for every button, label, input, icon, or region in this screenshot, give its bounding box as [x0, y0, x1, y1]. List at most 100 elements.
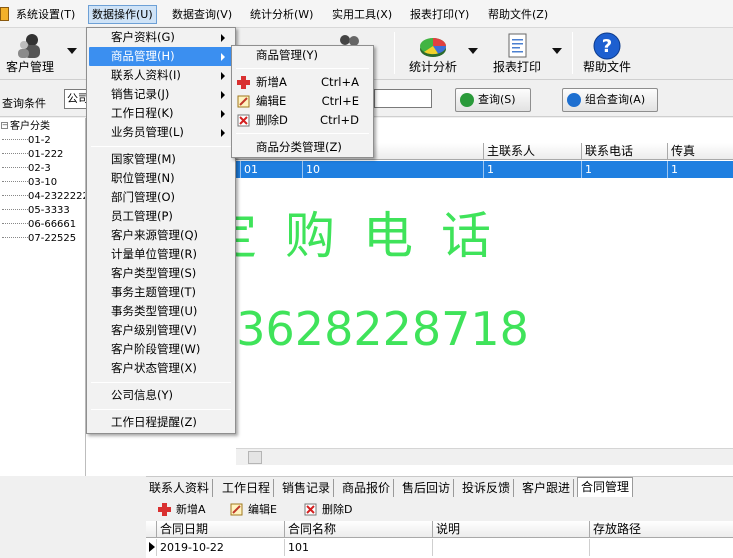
menu-item-event-topics[interactable]: 事务主题管理(T) — [89, 283, 233, 302]
submenu-item-goods-management[interactable]: 商品管理(Y) — [234, 46, 371, 65]
menu-data-query[interactable]: 数据查询(V) — [169, 5, 235, 24]
contract-date-cell: 2019-10-22 — [156, 539, 284, 556]
edit-contract-button[interactable]: 编辑E — [230, 502, 277, 518]
horizontal-scrollbar[interactable] — [236, 448, 733, 465]
delete-icon — [237, 114, 250, 127]
submenu-item-delete[interactable]: 删除D Ctrl+D — [234, 111, 371, 130]
tab-follow-up[interactable]: 客户跟进 — [519, 479, 575, 498]
query-field-combo[interactable]: 公司 — [64, 89, 88, 109]
submenu-item-edit[interactable]: 编辑E Ctrl+E — [234, 92, 371, 111]
tab-contacts[interactable]: 联系人资料 — [146, 479, 214, 498]
help-button[interactable]: ? 帮助文件 — [578, 28, 636, 78]
shortcut-label: Ctrl+D — [320, 113, 359, 127]
delete-contract-button[interactable]: 删除D — [304, 502, 352, 518]
column-header-phone[interactable]: 联系电话 — [581, 143, 667, 160]
tab-contracts[interactable]: 合同管理 — [577, 477, 634, 498]
query-condition-label: 查询条件 — [2, 97, 46, 110]
plus-icon — [158, 503, 171, 516]
menu-report-print[interactable]: 报表打印(Y) — [407, 5, 472, 24]
menu-item-contacts[interactable]: 联系人资料(I) — [89, 66, 233, 85]
edit-icon — [230, 503, 243, 516]
customer-people-icon — [18, 34, 40, 58]
combo-query-button[interactable]: 组合查询(A) — [562, 88, 658, 112]
data-operations-menu: 客户资料(G) 商品管理(H) 联系人资料(I) 销售记录(J) 工作日程(K)… — [86, 27, 236, 434]
menu-item-schedule-reminder[interactable]: 工作日程提醒(Z) — [89, 413, 233, 432]
statistics-button[interactable]: 统计分析 — [404, 28, 462, 78]
customer-category-tree[interactable]: − 客户分类 01-2 01-222 02-3 03-10 04-2322222… — [0, 118, 86, 476]
contract-grid[interactable]: 合同日期 合同名称 说明 存放路径 2019-10-22 101 — [146, 521, 733, 558]
tree-node[interactable]: 02-3 — [0, 162, 51, 176]
tab-after-sales[interactable]: 售后回访 — [399, 479, 455, 498]
menu-separator — [236, 133, 369, 134]
menu-statistics[interactable]: 统计分析(W) — [247, 5, 316, 24]
submenu-arrow-icon — [221, 110, 225, 118]
menu-utilities[interactable]: 实用工具(X) — [329, 5, 395, 24]
column-header-contact[interactable]: 主联系人 — [483, 143, 581, 160]
menu-item-units[interactable]: 计量单位管理(R) — [89, 245, 233, 264]
table-row-selected[interactable]: 01 10 1 1 1 — [236, 161, 733, 178]
query-button[interactable]: 查询(S) — [455, 88, 531, 112]
query-button-label: 查询(S) — [478, 93, 516, 106]
tree-node[interactable]: 01-2 — [0, 134, 51, 148]
tree-node[interactable]: 01-222 — [0, 148, 63, 162]
menu-item-sales-records[interactable]: 销售记录(J) — [89, 85, 233, 104]
customer-management-label: 客户管理 — [5, 60, 54, 74]
storage-path-cell — [589, 539, 733, 556]
menu-item-employees[interactable]: 员工管理(P) — [89, 207, 233, 226]
shortcut-label: Ctrl+E — [321, 94, 359, 108]
customer-management-button[interactable]: 客户管理 — [0, 28, 60, 78]
tab-quotes[interactable]: 商品报价 — [339, 479, 395, 498]
report-print-label: 报表打印 — [492, 60, 541, 74]
tree-node[interactable]: 05-3333 — [0, 204, 70, 218]
statistics-dropdown-arrow[interactable] — [468, 48, 478, 54]
menu-item-customer-sources[interactable]: 客户来源管理(Q) — [89, 226, 233, 245]
new-contract-button[interactable]: 新增A — [158, 502, 206, 518]
column-header-description[interactable]: 说明 — [432, 521, 589, 538]
menu-item-departments[interactable]: 部门管理(O) — [89, 188, 233, 207]
menu-item-customer-status[interactable]: 客户状态管理(X) — [89, 359, 233, 378]
table-row[interactable]: 2019-10-22 101 — [146, 539, 733, 556]
menu-item-customer-data[interactable]: 客户资料(G) — [89, 28, 233, 47]
column-header-storage-path[interactable]: 存放路径 — [589, 521, 733, 538]
menu-help[interactable]: 帮助文件(Z) — [485, 5, 551, 24]
menu-separator — [91, 382, 231, 383]
column-header-fax[interactable]: 传真 — [667, 143, 733, 160]
menu-item-event-types[interactable]: 事务类型管理(U) — [89, 302, 233, 321]
tab-schedule[interactable]: 工作日程 — [219, 479, 275, 498]
tree-node[interactable]: 06-66661 — [0, 218, 76, 232]
report-document-icon — [508, 33, 527, 58]
submenu-arrow-icon — [221, 91, 225, 99]
menu-item-positions[interactable]: 职位管理(N) — [89, 169, 233, 188]
tree-collapse-icon[interactable]: − — [1, 122, 8, 129]
menu-item-customer-types[interactable]: 客户类型管理(S) — [89, 264, 233, 283]
menu-item-customer-stages[interactable]: 客户阶段管理(W) — [89, 340, 233, 359]
go-icon — [460, 93, 474, 107]
report-print-button[interactable]: 报表打印 — [488, 28, 546, 78]
query-value-input[interactable] — [374, 89, 432, 108]
combo-query-button-label: 组合查询(A) — [585, 93, 646, 106]
scroll-left-button[interactable] — [248, 451, 262, 464]
grid-cell: 01 — [240, 161, 302, 178]
tab-sales-records[interactable]: 销售记录 — [279, 479, 335, 498]
tree-root-node[interactable]: 客户分类 — [10, 120, 50, 134]
menu-item-company-info[interactable]: 公司信息(Y) — [89, 386, 233, 405]
tab-complaints[interactable]: 投诉反馈 — [459, 479, 515, 498]
menu-data-operations[interactable]: 数据操作(U) — [88, 5, 157, 24]
grid-cell: 10 — [302, 161, 483, 178]
submenu-item-goods-category[interactable]: 商品分类管理(Z) — [234, 138, 371, 157]
menu-item-schedule[interactable]: 工作日程(K) — [89, 104, 233, 123]
menu-item-countries[interactable]: 国家管理(M) — [89, 150, 233, 169]
row-indicator-icon — [149, 542, 155, 552]
tree-node[interactable]: 03-10 — [0, 176, 57, 190]
column-header-contract-date[interactable]: 合同日期 — [156, 521, 284, 538]
menu-item-customer-levels[interactable]: 客户级别管理(V) — [89, 321, 233, 340]
report-print-dropdown-arrow[interactable] — [552, 48, 562, 54]
menu-item-salesperson[interactable]: 业务员管理(L) — [89, 123, 233, 142]
menu-system-settings[interactable]: 系统设置(T) — [13, 5, 78, 24]
tree-node[interactable]: 07-22525 — [0, 232, 76, 246]
submenu-item-new[interactable]: 新增A Ctrl+A — [234, 73, 371, 92]
menu-item-goods-management[interactable]: 商品管理(H) — [89, 47, 233, 66]
customer-management-dropdown-arrow[interactable] — [67, 48, 77, 54]
tree-node[interactable]: 04-2322222 — [0, 190, 85, 204]
column-header-contract-name[interactable]: 合同名称 — [284, 521, 432, 538]
